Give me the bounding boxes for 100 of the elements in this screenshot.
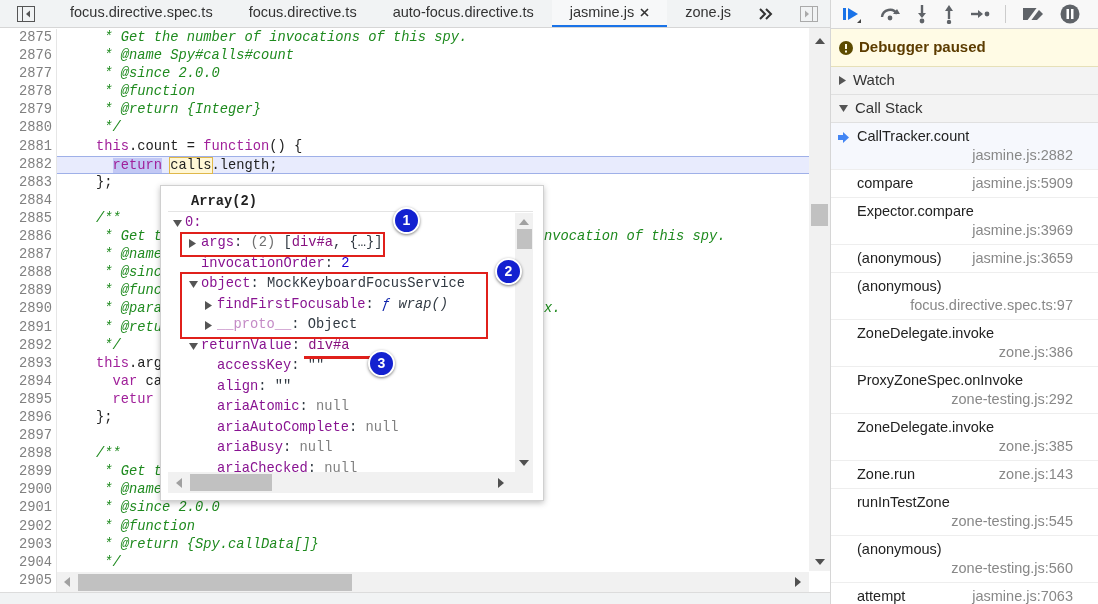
resume-icon[interactable] [842,5,864,23]
scroll-down-icon[interactable] [519,460,529,466]
code-line: * @function [103,518,196,534]
line-number: 2897 [19,427,52,446]
line-number: 2901 [19,499,52,518]
scroll-right-icon[interactable] [795,577,801,587]
tree-row[interactable]: findFirstFocusable: ƒ wrap() [205,295,449,316]
code-line: * @since 2.0.0 [103,66,220,82]
code-line: /** [95,210,121,226]
line-number: 2896 [19,408,52,427]
line-number: 2893 [19,354,52,373]
scrollbar-thumb[interactable] [78,573,352,591]
tree-row[interactable]: ariaAutoComplete: null [205,418,399,439]
code-line: retur [111,391,154,407]
triangle-down-icon[interactable] [189,342,198,350]
code-line: */ [103,337,121,353]
code-line: * @func [103,283,163,299]
line-number: 2879 [19,101,52,120]
panel-toggle-icon[interactable] [800,5,818,22]
horizontal-scrollbar[interactable] [57,572,809,592]
close-icon[interactable] [640,8,650,17]
code-line: this.count = function() { [95,138,303,154]
line-number: 2903 [19,535,52,554]
line-number: 2905 [19,571,52,590]
line-number: 2881 [19,137,52,156]
code-line: * @return {Spy.callData[]} [103,536,319,552]
code-text: x. [544,300,561,319]
code-line: * @retu [103,319,163,335]
tree-row[interactable]: invocationOrder: 2 [189,254,350,275]
deactivate-breakpoints-icon[interactable] [1021,5,1045,23]
file-tab[interactable]: jasmine.js [551,0,668,27]
line-number: 2885 [19,209,52,228]
section-header[interactable]: Watch [831,67,1098,95]
code-line: * @since 2.0.0 [103,500,220,516]
scroll-up-icon[interactable] [814,38,825,44]
line-number: 2899 [19,463,52,482]
code-line: * @return {Integer} [103,102,262,118]
scrollbar-thumb[interactable] [516,229,532,249]
line-number: 2884 [19,191,52,210]
line-number: 2878 [19,83,52,102]
horizontal-scrollbar[interactable] [168,472,533,493]
code-line: */ [103,120,121,136]
file-tab[interactable]: focus.directive.ts [230,0,375,27]
code-line: * @sinc [103,265,163,281]
file-tab[interactable]: focus.directive.spec.ts [52,0,231,27]
scroll-right-icon[interactable] [498,477,504,488]
code-line: * @name [103,482,163,498]
line-number: 2877 [19,65,52,84]
line-number: 2887 [19,246,52,265]
line-number: 2889 [19,282,52,301]
code-line: * @name [103,247,163,263]
line-number: 2892 [19,336,52,355]
triangle-right-icon[interactable] [839,76,846,85]
code-line: /** [95,446,121,462]
underline-mark [304,356,370,359]
tree-row[interactable]: ariaChecked: null [205,459,358,472]
code-text: nvocation of this spy. [544,228,726,247]
scrollbar-thumb[interactable] [811,204,828,226]
tree-row[interactable]: 0: [173,213,202,234]
tree-row[interactable]: returnValue: div#a [189,336,350,357]
line-number: 2875 [19,29,52,47]
tree-row[interactable]: object: MockKeyboardFocusService [189,274,466,295]
code-line: */ [103,554,121,570]
tree-row[interactable]: ariaBusy: null [205,438,333,459]
line-number: 2902 [19,517,52,536]
triangle-down-icon[interactable] [173,219,182,227]
tree-row[interactable]: args: (2) [div#a, {…}] [189,233,383,254]
tree-row[interactable]: align: "" [205,377,292,398]
vertical-scrollbar[interactable] [809,28,830,571]
sidebar-toggle-icon[interactable] [17,5,35,22]
triangle-right-icon[interactable] [205,321,212,331]
tree-row[interactable]: __proto__: Object [205,315,358,336]
tree-row[interactable]: ariaAtomic: null [205,397,350,418]
step-into-icon[interactable] [916,4,928,24]
line-number: 2900 [19,481,52,500]
vertical-scrollbar[interactable] [515,213,533,472]
code-line: }; [95,409,113,425]
scroll-down-icon[interactable] [814,559,825,565]
step-out-icon[interactable] [943,4,955,24]
line-number: 2883 [19,173,52,192]
line-number: 2888 [19,264,52,283]
scrollbar-thumb[interactable] [190,474,272,491]
file-tab[interactable]: zone.js [667,0,750,27]
triangle-down-icon[interactable] [189,281,198,289]
step-icon[interactable] [970,8,990,20]
line-number: 2898 [19,445,52,464]
pause-icon[interactable] [1060,4,1080,24]
popover-title: Array(2) [191,193,257,211]
code-line: * Get the number of invocations of this spy. [103,30,468,45]
triangle-right-icon[interactable] [205,300,212,310]
chevrons-right-icon[interactable] [759,7,774,20]
line-number: 2891 [19,318,52,337]
triangle-right-icon[interactable] [189,239,196,249]
file-tab[interactable]: auto-focus.directive.ts [374,0,552,27]
line-number: 2894 [19,372,52,391]
section-header[interactable]: Call Stack [831,95,1098,123]
call-frame[interactable]: CallTracker.count jasmine.js:2882 [831,123,1098,170]
arrow-icon [838,132,849,143]
step-over-icon[interactable] [879,7,901,21]
triangle-down-icon[interactable] [839,105,848,112]
